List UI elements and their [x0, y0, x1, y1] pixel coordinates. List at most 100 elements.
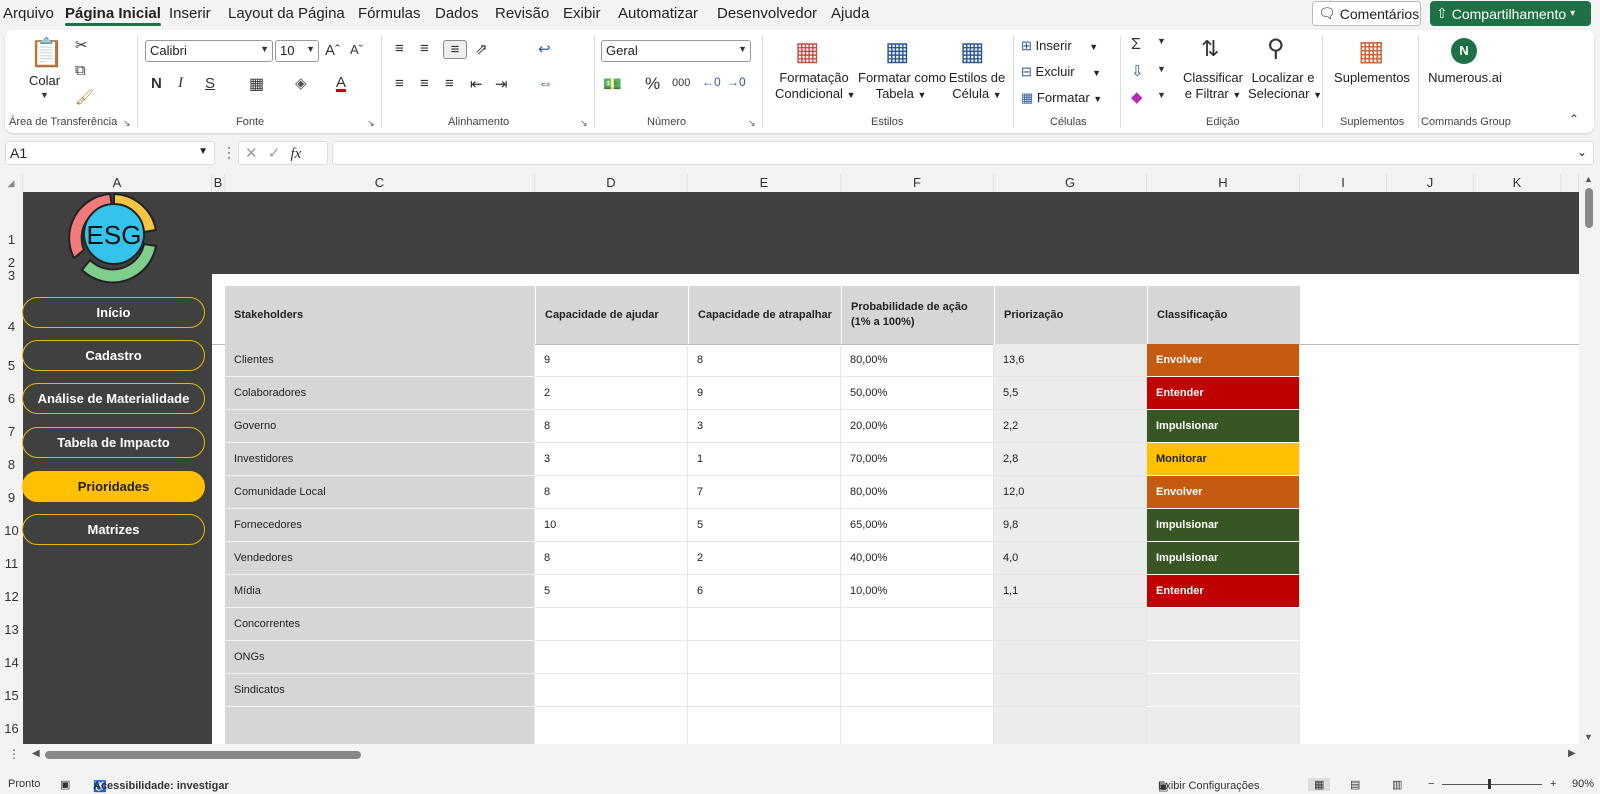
bold-button[interactable]: N: [151, 75, 162, 92]
sort-filter-button[interactable]: Classificar e Filtrar ▼: [1182, 70, 1244, 103]
cell-stakeholder[interactable]: Clientes: [225, 344, 535, 377]
cell-priorizacao[interactable]: 1,1: [994, 575, 1147, 608]
tab-automatizar[interactable]: Automatizar: [618, 5, 698, 22]
cell-classificacao[interactable]: [1147, 674, 1300, 707]
addins-icon[interactable]: ▦: [1358, 34, 1384, 67]
cell-stakeholder[interactable]: Investidores: [225, 443, 535, 476]
wrap-text-icon[interactable]: ↩: [538, 40, 551, 58]
find-select-button[interactable]: Localizar e Selecionar ▼: [1248, 70, 1322, 103]
chevron-down-icon[interactable]: ▼: [40, 90, 49, 100]
collapse-ribbon-icon[interactable]: ⌃: [1569, 112, 1579, 126]
cell-priorizacao[interactable]: [994, 707, 1147, 744]
cell-probabilidade[interactable]: 50,00%: [841, 377, 994, 410]
cell-capacidade-atrapalhar[interactable]: [688, 707, 841, 744]
row-header[interactable]: 14: [0, 641, 23, 674]
format-cells-button[interactable]: ▦ Formatar ▼: [1021, 90, 1102, 107]
column-header[interactable]: C: [225, 174, 535, 192]
cell-priorizacao[interactable]: [994, 674, 1147, 707]
row-header[interactable]: 11: [0, 542, 23, 575]
cell-probabilidade[interactable]: 10,00%: [841, 575, 994, 608]
font-name-dropdown[interactable]: Calibri ▼: [145, 40, 273, 62]
chevron-down-icon[interactable]: ▼: [1157, 64, 1166, 74]
cell-capacidade-ajudar[interactable]: [535, 707, 688, 744]
cell-stakeholder[interactable]: Concorrentes: [225, 608, 535, 641]
launcher-icon[interactable]: ↘: [580, 118, 588, 129]
cell-priorizacao[interactable]: 4,0: [994, 542, 1147, 575]
share-button[interactable]: ⇧ Compartilhamento ▾: [1430, 1, 1591, 26]
merge-center-icon[interactable]: ⇔: [538, 75, 553, 92]
row-header[interactable]: 5: [0, 344, 23, 377]
conditional-formatting-icon[interactable]: ▦: [795, 36, 820, 67]
percent-button[interactable]: %: [645, 74, 660, 94]
launcher-icon[interactable]: ↘: [123, 118, 131, 129]
cell-capacidade-atrapalhar[interactable]: 9: [688, 377, 841, 410]
row-header[interactable]: 6: [0, 377, 23, 410]
align-right-icon[interactable]: ≡: [445, 75, 454, 92]
column-header[interactable]: J: [1387, 174, 1474, 192]
cell-classificacao[interactable]: [1147, 641, 1300, 674]
cancel-icon[interactable]: ✕: [245, 145, 258, 162]
row-header[interactable]: 4: [0, 286, 23, 344]
cell-capacidade-ajudar[interactable]: 8: [535, 542, 688, 575]
row-header[interactable]: 16: [0, 707, 23, 744]
font-color-icon[interactable]: A: [336, 74, 346, 91]
fill-color-icon[interactable]: ◈: [295, 74, 307, 92]
zoom-level[interactable]: 90%: [1572, 778, 1594, 790]
tab-exibir[interactable]: Exibir: [563, 5, 601, 22]
borders-icon[interactable]: ▦: [249, 74, 264, 94]
column-header[interactable]: F: [841, 174, 994, 192]
cell-styles-icon[interactable]: ▦: [960, 36, 985, 67]
horizontal-scrollbar[interactable]: ⋮ ◀ ▶: [0, 744, 1600, 764]
cell-capacidade-atrapalhar[interactable]: 6: [688, 575, 841, 608]
formula-input[interactable]: ⌄: [332, 141, 1594, 165]
cell-capacidade-ajudar[interactable]: [535, 641, 688, 674]
cell-styles-button[interactable]: Estilos de Célula ▼: [948, 70, 1006, 103]
tab-pagina-inicial[interactable]: Página Inicial: [65, 5, 161, 26]
nav-inicio-button[interactable]: Início: [22, 297, 205, 328]
cell-stakeholder[interactable]: Mídia: [225, 575, 535, 608]
cell-stakeholder[interactable]: Governo: [225, 410, 535, 443]
addins-button[interactable]: Suplementos: [1332, 70, 1412, 86]
zoom-out-icon[interactable]: −: [1428, 778, 1434, 790]
column-header[interactable]: I: [1300, 174, 1387, 192]
tab-formulas[interactable]: Fórmulas: [358, 5, 421, 22]
nav-cadastro-button[interactable]: Cadastro: [22, 340, 205, 371]
cell-probabilidade[interactable]: [841, 641, 994, 674]
cell-capacidade-atrapalhar[interactable]: 5: [688, 509, 841, 542]
row-header[interactable]: 1: [0, 192, 23, 256]
currency-icon[interactable]: 💵: [603, 75, 622, 93]
cell-stakeholder[interactable]: [225, 707, 535, 744]
delete-cells-button[interactable]: ⊟ Excluir ▼: [1021, 64, 1101, 81]
cell-priorizacao[interactable]: 2,8: [994, 443, 1147, 476]
cell-capacidade-atrapalhar[interactable]: 8: [688, 344, 841, 377]
numerous-ai-icon[interactable]: N: [1451, 38, 1477, 64]
vertical-scrollbar[interactable]: ▲ ▼: [1579, 174, 1600, 744]
cell-classificacao[interactable]: Impulsionar: [1147, 542, 1300, 575]
spreadsheet-grid[interactable]: ◢ A B C D E F G H I J K 1 2 3 4 5 6 7 8 …: [0, 174, 1600, 744]
align-left-icon[interactable]: ≡: [395, 75, 404, 92]
cell-priorizacao[interactable]: 9,8: [994, 509, 1147, 542]
cell-probabilidade[interactable]: 20,00%: [841, 410, 994, 443]
launcher-icon[interactable]: ↘: [367, 118, 375, 129]
cell-capacidade-atrapalhar[interactable]: 7: [688, 476, 841, 509]
cell-classificacao[interactable]: Impulsionar: [1147, 410, 1300, 443]
cell-stakeholder[interactable]: Colaboradores: [225, 377, 535, 410]
zoom-slider[interactable]: [1442, 784, 1542, 785]
cell-capacidade-ajudar[interactable]: 8: [535, 410, 688, 443]
select-all-corner[interactable]: ◢: [0, 174, 23, 192]
tab-inserir[interactable]: Inserir: [169, 5, 211, 22]
nav-matrizes-button[interactable]: Matrizes: [22, 514, 205, 545]
cell-capacidade-atrapalhar[interactable]: 3: [688, 410, 841, 443]
decrease-decimal-icon[interactable]: →0: [727, 75, 746, 89]
grow-font-icon[interactable]: Aˆ: [325, 42, 340, 59]
cell-stakeholder[interactable]: Sindicatos: [225, 674, 535, 707]
cell-stakeholder[interactable]: Vendedores: [225, 542, 535, 575]
format-painter-icon[interactable]: 🖌: [75, 88, 94, 106]
find-select-icon[interactable]: ⚲: [1267, 34, 1285, 63]
row-header[interactable]: 3: [0, 269, 23, 286]
cell-probabilidade[interactable]: 70,00%: [841, 443, 994, 476]
fill-icon[interactable]: ⇩: [1131, 62, 1144, 80]
cell-classificacao[interactable]: Entender: [1147, 377, 1300, 410]
column-header[interactable]: G: [994, 174, 1147, 192]
nav-tabela-impacto-button[interactable]: Tabela de Impacto: [22, 427, 205, 458]
